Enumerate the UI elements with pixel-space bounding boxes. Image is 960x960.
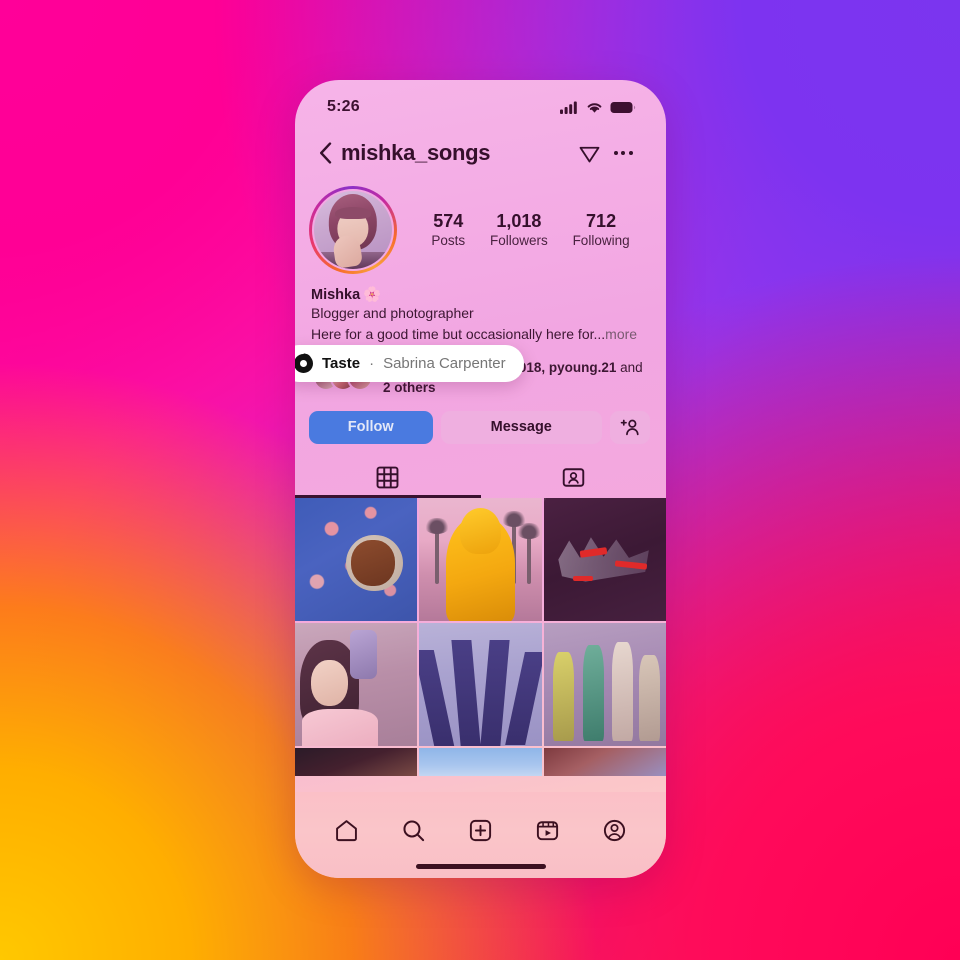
add-user-button[interactable]: [610, 410, 650, 444]
message-button[interactable]: Message: [440, 410, 602, 444]
grid-post[interactable]: [295, 747, 418, 776]
bottom-nav-icons: [295, 792, 666, 864]
stat-followers[interactable]: 1,018 Followers: [490, 211, 548, 250]
post-detail: [310, 659, 348, 707]
page-title: mishka_songs: [341, 140, 491, 165]
profile-tabs: [295, 458, 666, 498]
post-detail: [639, 654, 660, 741]
vinyl-record-icon: [295, 354, 313, 373]
stat-followers-value: 1,018: [496, 210, 542, 231]
stat-following-value: 712: [586, 210, 617, 231]
posts-grid: [295, 497, 666, 776]
music-track-title: Taste: [322, 355, 361, 372]
wifi-icon: [587, 102, 602, 113]
bio-line-2: Here for a good time but occasionally he…: [311, 324, 648, 345]
share-paper-plane-icon: [579, 146, 599, 162]
avatar-image: [312, 189, 394, 271]
grid-post[interactable]: [295, 497, 418, 621]
bio-line-2-text: Here for a good time but occasionally he…: [311, 325, 594, 342]
search-icon: [403, 819, 425, 841]
grid-post[interactable]: [543, 622, 666, 746]
more-options-button[interactable]: [606, 137, 640, 169]
post-detail: [612, 642, 633, 741]
flower-emoji-icon: 🌸: [363, 287, 382, 303]
chevron-left-icon: [319, 142, 331, 164]
profile-actions: Follow Message: [295, 397, 666, 444]
add-person-icon: [620, 419, 639, 436]
post-detail: [302, 708, 379, 746]
stat-following[interactable]: 712 Following: [573, 211, 630, 250]
post-detail: [459, 507, 502, 555]
more-options-icon: [613, 151, 633, 155]
grid-post[interactable]: [295, 622, 418, 746]
tab-grid[interactable]: [295, 458, 481, 498]
post-detail: [419, 649, 454, 746]
post-detail: [504, 652, 542, 746]
post-detail: [451, 639, 481, 746]
grid-post[interactable]: [419, 747, 542, 776]
nav-profile-button[interactable]: [593, 810, 637, 850]
avatar[interactable]: [309, 186, 397, 274]
stat-posts-value: 574: [433, 210, 464, 231]
post-detail: [573, 576, 593, 582]
post-detail: [582, 644, 604, 741]
stat-following-label: Following: [572, 232, 630, 248]
avatar-detail-fringe: [335, 206, 371, 220]
stat-posts[interactable]: 574 Posts: [431, 211, 465, 250]
post-detail: [553, 652, 575, 741]
grid-icon: [376, 466, 399, 489]
battery-icon: [610, 101, 636, 113]
nav-create-button[interactable]: [459, 810, 503, 850]
tab-tagged[interactable]: [481, 458, 667, 498]
status-indicators: [560, 101, 636, 114]
stat-followers-label: Followers: [489, 232, 548, 248]
post-detail: [515, 523, 542, 584]
bio-more-link[interactable]: more: [605, 326, 637, 342]
nav-search-button[interactable]: [392, 810, 436, 850]
profile-stats: 574 Posts 1,018 Followers 712 Following: [397, 211, 646, 250]
music-pill[interactable]: Taste · Sabrina Carpenter: [295, 345, 524, 382]
profile-bio: Mishka 🌸 Blogger and photographer Here f…: [295, 274, 666, 344]
stat-posts-label: Posts: [431, 232, 466, 248]
follow-button[interactable]: Follow: [309, 410, 433, 444]
followed-by-middle: and: [616, 360, 643, 376]
status-time: 5:26: [327, 98, 360, 115]
phone-mockup: 5:26 mishka_songs 574 Posts 1,018 Follow…: [295, 80, 666, 878]
grid-post[interactable]: [419, 622, 542, 746]
bio-truncation: ...: [593, 325, 606, 342]
tagged-person-icon: [562, 468, 584, 487]
cellular-signal-icon: [560, 101, 577, 114]
profile-circle-icon: [603, 819, 626, 841]
reels-icon: [536, 820, 559, 840]
post-detail: [424, 518, 451, 584]
post-detail: [350, 630, 377, 680]
grid-post[interactable]: [543, 747, 666, 776]
nav-reels-button[interactable]: [526, 810, 570, 850]
nav-home-button[interactable]: [325, 810, 369, 850]
post-detail: [558, 537, 649, 582]
bottom-navigation: [295, 792, 666, 878]
music-separator: ·: [369, 355, 375, 372]
post-detail: [480, 639, 510, 746]
home-indicator: [415, 864, 546, 869]
home-icon: [336, 819, 357, 841]
create-plus-icon: [469, 819, 492, 841]
post-detail: [351, 539, 396, 587]
bio-line-1: Blogger and photographer: [311, 305, 474, 321]
back-button[interactable]: [309, 137, 341, 169]
grid-post[interactable]: [543, 497, 666, 621]
profile-summary: 574 Posts 1,018 Followers 712 Following: [295, 178, 666, 274]
display-name: Mishka: [311, 286, 361, 303]
share-button[interactable]: [572, 137, 606, 169]
profile-header: mishka_songs: [295, 128, 666, 178]
grid-post[interactable]: [419, 497, 542, 621]
music-artist: Sabrina Carpenter: [383, 355, 506, 372]
status-bar: 5:26: [295, 80, 666, 128]
display-name-row: Mishka 🌸: [311, 286, 648, 304]
